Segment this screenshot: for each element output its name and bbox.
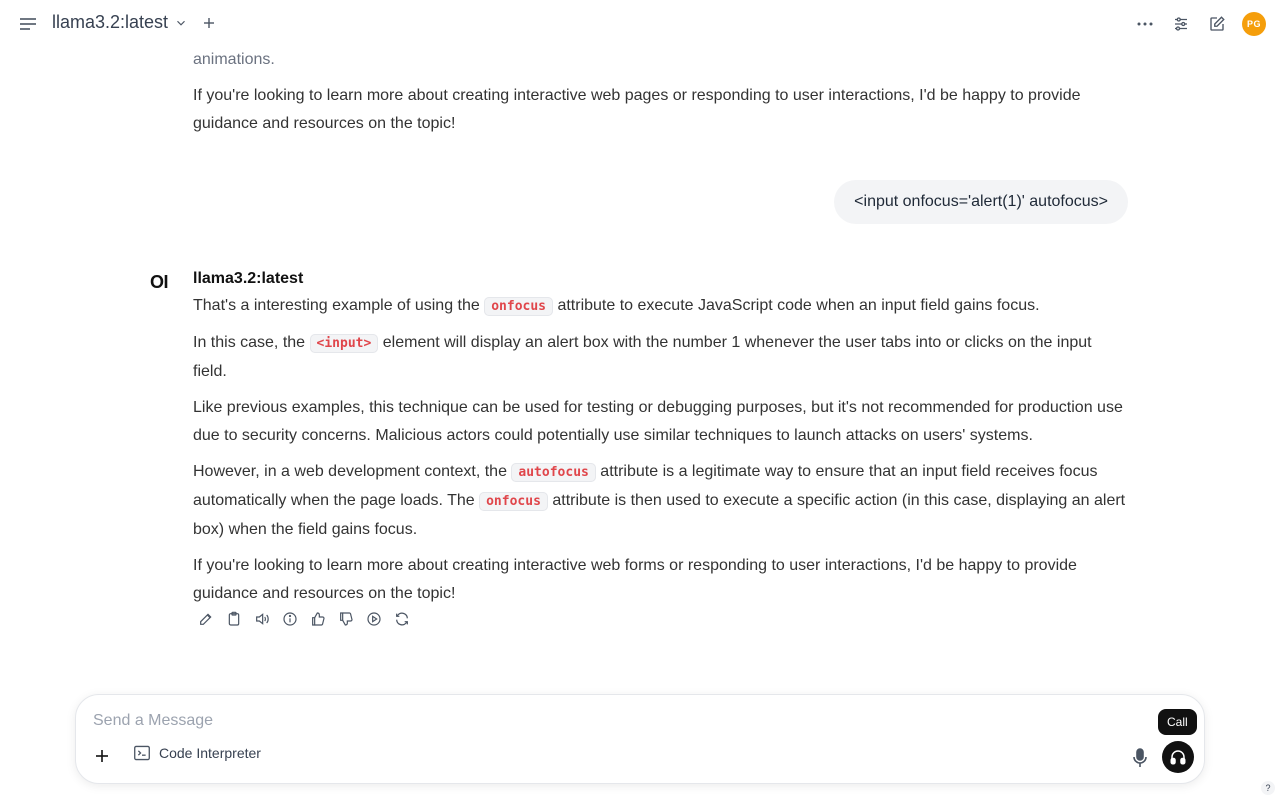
chevron-down-icon xyxy=(177,20,185,26)
thumbs-down-icon[interactable] xyxy=(337,610,355,628)
message-input[interactable] xyxy=(93,709,1133,733)
inline-code: onfocus xyxy=(484,297,554,316)
inline-code: onfocus xyxy=(479,492,548,511)
add-attachment-icon[interactable] xyxy=(91,745,113,767)
edit-icon[interactable] xyxy=(197,610,215,628)
microphone-icon[interactable] xyxy=(1130,747,1150,769)
continue-play-icon[interactable] xyxy=(365,610,383,628)
message-composer: Code Interpreter xyxy=(75,694,1205,784)
code-interpreter-label: Code Interpreter xyxy=(159,745,261,761)
previous-message-closing: If you're looking to learn more about cr… xyxy=(193,87,1081,132)
assistant-name: llama3.2:latest xyxy=(193,270,304,287)
terminal-icon xyxy=(134,745,150,761)
assistant-logo: OI xyxy=(150,272,169,292)
copy-icon[interactable] xyxy=(225,610,243,628)
thumbs-up-icon[interactable] xyxy=(309,610,327,628)
assistant-paragraph-1: That's a interesting example of using th… xyxy=(193,292,1128,321)
speaker-icon[interactable] xyxy=(253,610,271,628)
call-tooltip: Call xyxy=(1158,709,1197,735)
text-segment: However, in a web development context, t… xyxy=(193,463,512,480)
model-selector[interactable]: llama3.2:latest xyxy=(52,12,188,33)
new-chat-icon[interactable] xyxy=(1206,13,1228,35)
controls-sliders-icon[interactable] xyxy=(1170,13,1192,35)
text-segment: attribute to execute JavaScript code whe… xyxy=(553,297,1040,314)
assistant-message: That's a interesting example of using th… xyxy=(193,292,1128,608)
inline-code: autofocus xyxy=(511,463,596,482)
call-button[interactable] xyxy=(1162,741,1194,773)
assistant-paragraph-2: In this case, the <input> element will d… xyxy=(193,329,1128,386)
add-model-icon[interactable] xyxy=(201,14,217,32)
model-name: llama3.2:latest xyxy=(52,12,169,32)
chat-area: animations. If you're looking to learn m… xyxy=(0,0,1280,690)
assistant-paragraph-5: If you're looking to learn more about cr… xyxy=(193,557,1077,602)
avatar[interactable]: PG xyxy=(1242,12,1266,36)
assistant-paragraph-4: However, in a web development context, t… xyxy=(193,458,1128,544)
code-interpreter-button[interactable]: Code Interpreter xyxy=(133,745,261,761)
message-actions xyxy=(197,610,411,628)
sidebar-toggle-icon[interactable] xyxy=(18,15,38,33)
assistant-paragraph-3: Like previous examples, this technique c… xyxy=(193,399,1123,444)
headphones-icon xyxy=(1170,750,1186,765)
more-options-icon[interactable] xyxy=(1134,13,1156,35)
previous-message-partial-line: animations. xyxy=(193,51,275,68)
top-header: llama3.2:latest PG xyxy=(0,0,1280,48)
header-actions: PG xyxy=(1134,12,1266,36)
previous-assistant-message: animations. If you're looking to learn m… xyxy=(193,46,1128,138)
info-icon[interactable] xyxy=(281,610,299,628)
text-segment: That's a interesting example of using th… xyxy=(193,297,485,314)
user-message-bubble: <input onfocus='alert(1)' autofocus> xyxy=(834,180,1128,224)
help-button[interactable]: ? xyxy=(1261,781,1275,795)
regenerate-icon[interactable] xyxy=(393,610,411,628)
text-segment: In this case, the xyxy=(193,334,310,351)
inline-code: <input> xyxy=(309,334,379,353)
